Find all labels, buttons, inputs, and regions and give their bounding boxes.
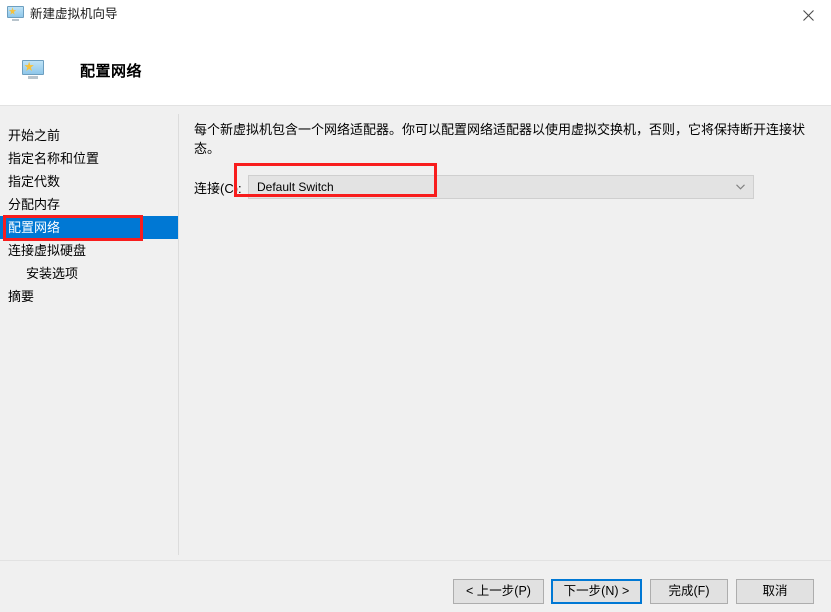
connection-dropdown-value: Default Switch [257, 180, 334, 194]
title-bar: 新建虚拟机向导 [0, 0, 831, 30]
connection-label: 连接(C): [194, 181, 242, 196]
sidebar-item-before-you-begin[interactable]: 开始之前 [0, 124, 178, 147]
back-button[interactable]: < 上一步(P) [453, 579, 544, 604]
monitor-star-icon [7, 6, 24, 21]
close-button[interactable] [785, 0, 831, 30]
main-panel: 每个新虚拟机包含一个网络适配器。你可以配置网络适配器以使用虚拟交换机，否则，它将… [194, 120, 814, 199]
sidebar-item-configure-networking[interactable]: 配置网络 [0, 216, 178, 239]
wizard-body: 开始之前 指定名称和位置 指定代数 分配内存 配置网络 连接虚拟硬盘 安装选项 … [0, 106, 831, 560]
new-vm-wizard-window: 新建虚拟机向导 配置网络 开始之前 指定名称和位置 指定代数 分配内存 配置网络… [0, 0, 831, 612]
connection-field-row: 连接(C): Default Switch [194, 175, 814, 199]
cancel-button[interactable]: 取消 [736, 579, 814, 604]
sidebar-item-assign-memory[interactable]: 分配内存 [0, 193, 178, 216]
wizard-steps-sidebar: 开始之前 指定名称和位置 指定代数 分配内存 配置网络 连接虚拟硬盘 安装选项 … [0, 124, 178, 308]
sidebar-item-specify-generation[interactable]: 指定代数 [0, 170, 178, 193]
wizard-footer: < 上一步(P) 下一步(N) > 完成(F) 取消 [0, 561, 831, 612]
finish-button[interactable]: 完成(F) [650, 579, 728, 604]
networking-description: 每个新虚拟机包含一个网络适配器。你可以配置网络适配器以使用虚拟交换机，否则，它将… [194, 122, 806, 156]
page-title: 配置网络 [80, 63, 143, 80]
vertical-divider [178, 114, 179, 555]
connection-dropdown[interactable]: Default Switch [248, 175, 754, 199]
chevron-down-icon [736, 176, 745, 198]
sidebar-item-specify-name-location[interactable]: 指定名称和位置 [0, 147, 178, 170]
sidebar-item-installation-options[interactable]: 安装选项 [0, 262, 178, 285]
window-title: 新建虚拟机向导 [30, 7, 118, 21]
next-button[interactable]: 下一步(N) > [551, 579, 642, 604]
page-header: 配置网络 [0, 30, 831, 105]
monitor-star-icon [22, 60, 44, 79]
close-icon [802, 9, 814, 21]
sidebar-item-connect-virtual-hard-disk[interactable]: 连接虚拟硬盘 [0, 239, 178, 262]
sidebar-item-summary[interactable]: 摘要 [0, 285, 178, 308]
